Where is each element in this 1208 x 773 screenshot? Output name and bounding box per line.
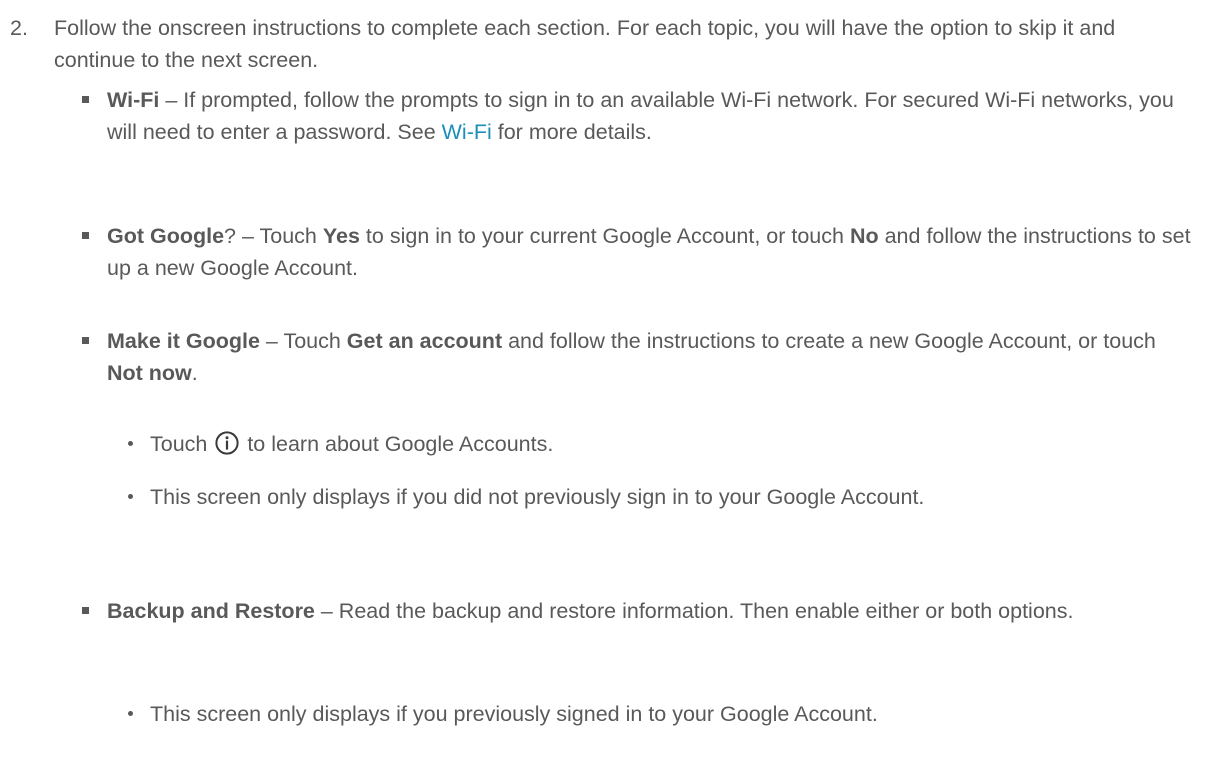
yes-option: Yes	[322, 224, 360, 248]
square-bullet-icon	[82, 96, 89, 103]
list-item-backup-restore: Backup and Restore – Read the backup and…	[82, 595, 1192, 627]
document-page: 2. Follow the onscreen instructions to c…	[0, 0, 1208, 773]
screen-note-text: This screen only displays if you did not…	[150, 485, 925, 509]
wifi-title: Wi-Fi	[107, 88, 160, 112]
no-option: No	[849, 224, 879, 248]
wifi-description-end: for more details.	[491, 120, 652, 144]
step-2: 2. Follow the onscreen instructions to c…	[10, 12, 1200, 76]
got-google-text: ? – Touch	[224, 224, 323, 248]
touch-text: Touch	[150, 432, 214, 456]
got-google-text-2: to sign in to your current Google Accoun…	[359, 224, 850, 248]
backup-note-text: This screen only displays if you previou…	[150, 702, 878, 726]
info-icon	[215, 431, 239, 455]
step-instructions: Follow the onscreen instructions to comp…	[54, 16, 1116, 72]
list-item-make-it-google: Make it Google – Touch Get an account an…	[82, 325, 1192, 389]
sub-item-screen-note: This screen only displays if you did not…	[128, 481, 1190, 513]
round-bullet-icon	[128, 711, 133, 716]
not-now-option: Not now	[107, 361, 192, 385]
make-google-text-3: .	[191, 361, 198, 385]
sub-item-touch-info: Touch to learn about Google Accounts.	[128, 428, 1190, 460]
make-google-text: – Touch	[259, 329, 347, 353]
list-item-got-google: Got Google? – Touch Yes to sign in to yo…	[82, 220, 1192, 284]
sub-item-backup-note: This screen only displays if you previou…	[128, 698, 1190, 730]
list-item-wifi: Wi-Fi – If prompted, follow the prompts …	[82, 84, 1192, 148]
wifi-link[interactable]: Wi-Fi	[442, 120, 492, 144]
make-google-text-2: and follow the instructions to create a …	[502, 329, 1156, 353]
make-google-title: Make it Google	[107, 329, 260, 353]
backup-title: Backup and Restore	[107, 599, 315, 623]
step-number: 2.	[10, 16, 28, 40]
round-bullet-icon	[128, 441, 133, 446]
square-bullet-icon	[82, 607, 89, 614]
learn-text: to learn about Google Accounts.	[241, 432, 554, 456]
got-google-title: Got Google	[107, 224, 225, 248]
square-bullet-icon	[82, 232, 89, 239]
backup-description: – Read the backup and restore informatio…	[314, 599, 1074, 623]
square-bullet-icon	[82, 337, 89, 344]
round-bullet-icon	[128, 494, 133, 499]
get-account-option: Get an account	[346, 329, 503, 353]
